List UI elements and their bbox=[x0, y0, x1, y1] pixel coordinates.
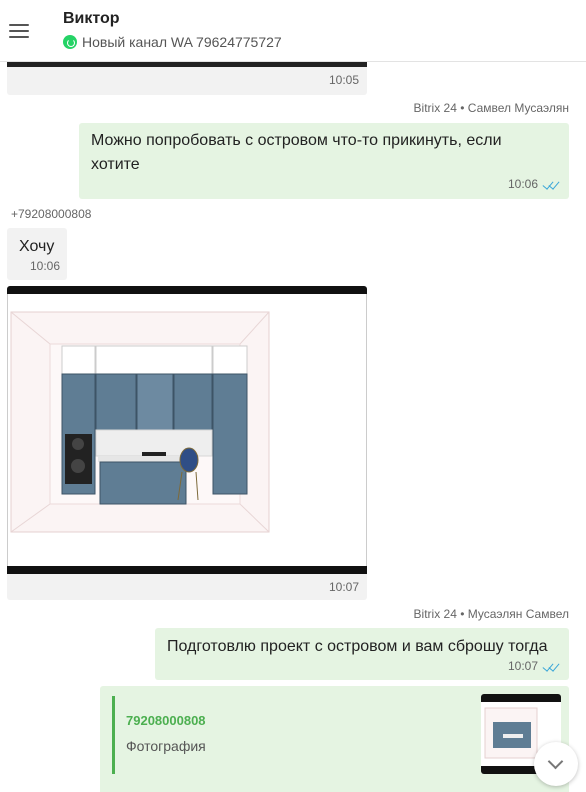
image-bottom-strip bbox=[7, 62, 367, 67]
message-reply-quote[interactable]: 79208000808 Фотография bbox=[100, 686, 569, 792]
message-image-bubble[interactable]: 10:05 bbox=[7, 62, 367, 95]
read-check-icon bbox=[542, 661, 560, 671]
message-meta: 10:06 bbox=[508, 175, 560, 193]
message-image-bubble[interactable]: 10:07 bbox=[7, 286, 367, 600]
message-time: 10:07 bbox=[507, 659, 538, 673]
chat-header: Виктор Новый канал WA 79624775727 bbox=[0, 0, 586, 62]
image-top-strip bbox=[7, 286, 367, 294]
message-time: 10:05 bbox=[328, 73, 359, 87]
message-list[interactable]: 10:05 Bitrix 24 • Самвел Мусаэлян Можно … bbox=[0, 62, 586, 792]
whatsapp-icon bbox=[63, 35, 77, 49]
message-sender: Bitrix 24 • Мусаэлян Самвел bbox=[413, 607, 569, 621]
message-time: 10:07 bbox=[328, 580, 359, 594]
quote-text: Фотография bbox=[126, 738, 206, 754]
message-text: Подготовлю проект с островом и вам сброш… bbox=[167, 638, 548, 655]
message-incoming[interactable]: Хочу 10:06 bbox=[7, 228, 67, 280]
channel-label: Новый канал WA 79624775727 bbox=[82, 34, 282, 50]
contact-name[interactable]: Виктор bbox=[63, 10, 120, 28]
scroll-down-button[interactable] bbox=[534, 742, 578, 786]
read-check-icon bbox=[542, 179, 560, 189]
kitchen-render-image[interactable] bbox=[8, 294, 368, 566]
quote-bar bbox=[112, 696, 115, 774]
message-sender: Bitrix 24 • Самвел Мусаэлян bbox=[413, 101, 569, 115]
message-outgoing[interactable]: Подготовлю проект с островом и вам сброш… bbox=[155, 628, 569, 680]
message-time: 10:06 bbox=[507, 177, 538, 191]
channel-info: Новый канал WA 79624775727 bbox=[63, 34, 282, 50]
quote-author: 79208000808 bbox=[126, 713, 206, 728]
message-outgoing[interactable]: Можно попробовать с островом что-то прик… bbox=[79, 123, 569, 199]
message-time: 10:06 bbox=[29, 259, 60, 273]
message-text: Хочу bbox=[19, 238, 55, 255]
message-meta: 10:07 bbox=[508, 657, 560, 675]
image-bottom-strip bbox=[7, 566, 367, 574]
message-sender: +79208000808 bbox=[11, 207, 92, 221]
image-canvas bbox=[7, 294, 367, 566]
message-text: Можно попробовать с островом что-то прик… bbox=[91, 132, 502, 173]
menu-icon[interactable] bbox=[9, 24, 29, 38]
